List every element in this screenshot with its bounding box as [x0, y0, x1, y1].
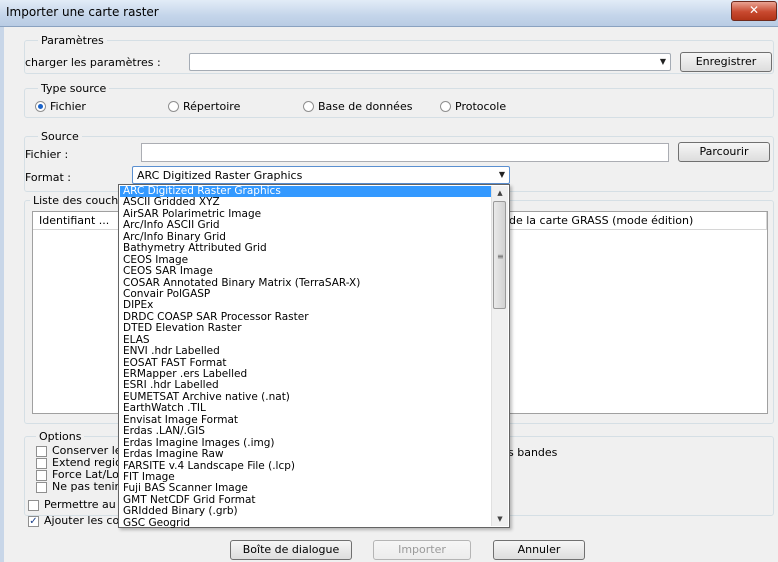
checkbox-ajouter-label: Ajouter les co — [44, 514, 120, 527]
options-legend: Options — [36, 430, 85, 443]
format-option[interactable]: DRDC COASP SAR Processor Raster — [120, 312, 492, 323]
radio-protocole-label: Protocole — [455, 100, 507, 113]
format-label: Format : — [25, 171, 71, 184]
checkbox-extend-region[interactable] — [36, 458, 47, 469]
column-header-identifiant[interactable]: Identifiant ... — [33, 212, 121, 230]
file-path-input[interactable] — [141, 143, 669, 162]
format-option[interactable]: Arc/Info Binary Grid — [120, 232, 492, 243]
radio-repertoire-indicator — [168, 101, 179, 112]
format-option[interactable]: ASCII Gridded XYZ — [120, 197, 492, 208]
radio-repertoire[interactable]: Répertoire — [168, 100, 240, 113]
format-option[interactable]: Fuji BAS Scanner Image — [120, 483, 492, 494]
radio-base-de-donnees-label: Base de données — [318, 100, 413, 113]
radio-fichier-indicator — [35, 101, 46, 112]
format-option[interactable]: COSAR Annotated Binary Matrix (TerraSAR-… — [120, 278, 492, 289]
chevron-down-icon: ▼ — [498, 170, 505, 179]
import-button[interactable]: Importer — [373, 540, 471, 560]
checkbox-permettre-label: Permettre au — [44, 498, 116, 511]
format-option[interactable]: ENVI .hdr Labelled — [120, 346, 492, 357]
checkbox-force-latlon[interactable] — [36, 470, 47, 481]
scroll-up-icon[interactable]: ▲ — [492, 186, 508, 200]
format-dropdown-list[interactable]: ARC Digitized Raster Graphics ASCII Gridd… — [118, 184, 510, 529]
format-option[interactable]: DIPEx — [120, 300, 492, 311]
format-option[interactable]: Erdas Imagine Raw — [120, 449, 492, 460]
format-option[interactable]: ARC Digitized Raster Graphics — [120, 186, 492, 198]
format-option[interactable]: EOSAT FAST Format — [120, 358, 492, 369]
chevron-down-icon: ▼ — [659, 57, 666, 66]
radio-repertoire-label: Répertoire — [183, 100, 241, 113]
scroll-thumb[interactable]: ≡ — [493, 201, 506, 309]
format-option[interactable]: EUMETSAT Archive native (.nat) — [120, 392, 492, 403]
format-option[interactable]: ELAS — [120, 335, 492, 346]
format-option[interactable]: EarthWatch .TIL — [120, 403, 492, 414]
checkbox-ajouter[interactable]: ✓ — [28, 516, 39, 527]
format-option[interactable]: DTED Elevation Raster — [120, 323, 492, 334]
format-option[interactable]: GRIdded Binary (.grb) — [120, 506, 492, 517]
checkbox-ne-pas-tenir-label: Ne pas tenir — [52, 480, 120, 493]
grip-icon: ≡ — [497, 252, 504, 261]
format-option[interactable]: CEOS Image — [120, 255, 492, 266]
format-option[interactable]: FIT Image — [120, 472, 492, 483]
format-option[interactable]: GSC Geogrid — [120, 518, 492, 529]
load-settings-label: charger les paramètres : — [25, 56, 161, 69]
radio-protocole-indicator — [440, 101, 451, 112]
close-icon[interactable]: ✕ — [731, 1, 777, 21]
dialog-box-button[interactable]: Boîte de dialogue — [230, 540, 352, 560]
cancel-button[interactable]: Annuler — [493, 540, 585, 560]
column-header-grass-map[interactable]: de la carte GRASS (mode édition) — [503, 212, 767, 230]
radio-protocole[interactable]: Protocole — [440, 100, 506, 113]
format-value: ARC Digitized Raster Graphics — [137, 169, 303, 182]
format-option[interactable]: Arc/Info ASCII Grid — [120, 220, 492, 231]
source-legend: Source — [38, 130, 82, 143]
scroll-down-icon[interactable]: ▼ — [492, 512, 508, 526]
format-option[interactable]: AirSAR Polarimetric Image — [120, 209, 492, 220]
window-left-border — [0, 27, 4, 562]
type-source-legend: Type source — [38, 82, 110, 95]
format-option[interactable]: GMT NetCDF Grid Format — [120, 495, 492, 506]
checkbox-conserver[interactable] — [36, 446, 47, 457]
save-settings-button[interactable]: Enregistrer — [680, 52, 772, 72]
browse-button[interactable]: Parcourir — [678, 142, 770, 162]
parametres-legend: Paramètres — [38, 34, 107, 47]
radio-base-de-donnees-indicator — [303, 101, 314, 112]
radio-fichier-label: Fichier — [50, 100, 86, 113]
layers-legend: Liste des couch — [30, 194, 122, 207]
file-label: Fichier : — [25, 148, 69, 161]
format-options: ARC Digitized Raster Graphics ASCII Gridd… — [120, 186, 492, 529]
format-option[interactable]: Erdas Imagine Images (.img) — [120, 438, 492, 449]
format-option[interactable]: ERMapper .ers Labelled — [120, 369, 492, 380]
title-bar[interactable]: Importer une carte raster ✕ — [0, 0, 778, 27]
dropdown-scrollbar[interactable]: ▲ ≡ ▼ — [491, 186, 508, 526]
checkbox-ne-pas-tenir[interactable] — [36, 482, 47, 493]
window-title: Importer une carte raster — [6, 5, 159, 19]
radio-fichier[interactable]: Fichier — [35, 100, 86, 113]
format-option[interactable]: CEOS SAR Image — [120, 266, 492, 277]
format-dropdown[interactable]: ARC Digitized Raster Graphics ▼ — [132, 166, 510, 184]
format-option[interactable]: FARSITE v.4 Landscape File (.lcp) — [120, 461, 492, 472]
format-option[interactable]: Convair PolGASP — [120, 289, 492, 300]
radio-base-de-donnees[interactable]: Base de données — [303, 100, 412, 113]
load-settings-dropdown[interactable]: ▼ — [189, 53, 671, 71]
format-option[interactable]: Erdas .LAN/.GIS — [120, 426, 492, 437]
format-option[interactable]: ESRI .hdr Labelled — [120, 380, 492, 391]
format-option[interactable]: Envisat Image Format — [120, 415, 492, 426]
checkbox-permettre[interactable] — [28, 500, 39, 511]
bands-text: s bandes — [508, 446, 558, 459]
format-option[interactable]: Bathymetry Attributed Grid — [120, 243, 492, 254]
